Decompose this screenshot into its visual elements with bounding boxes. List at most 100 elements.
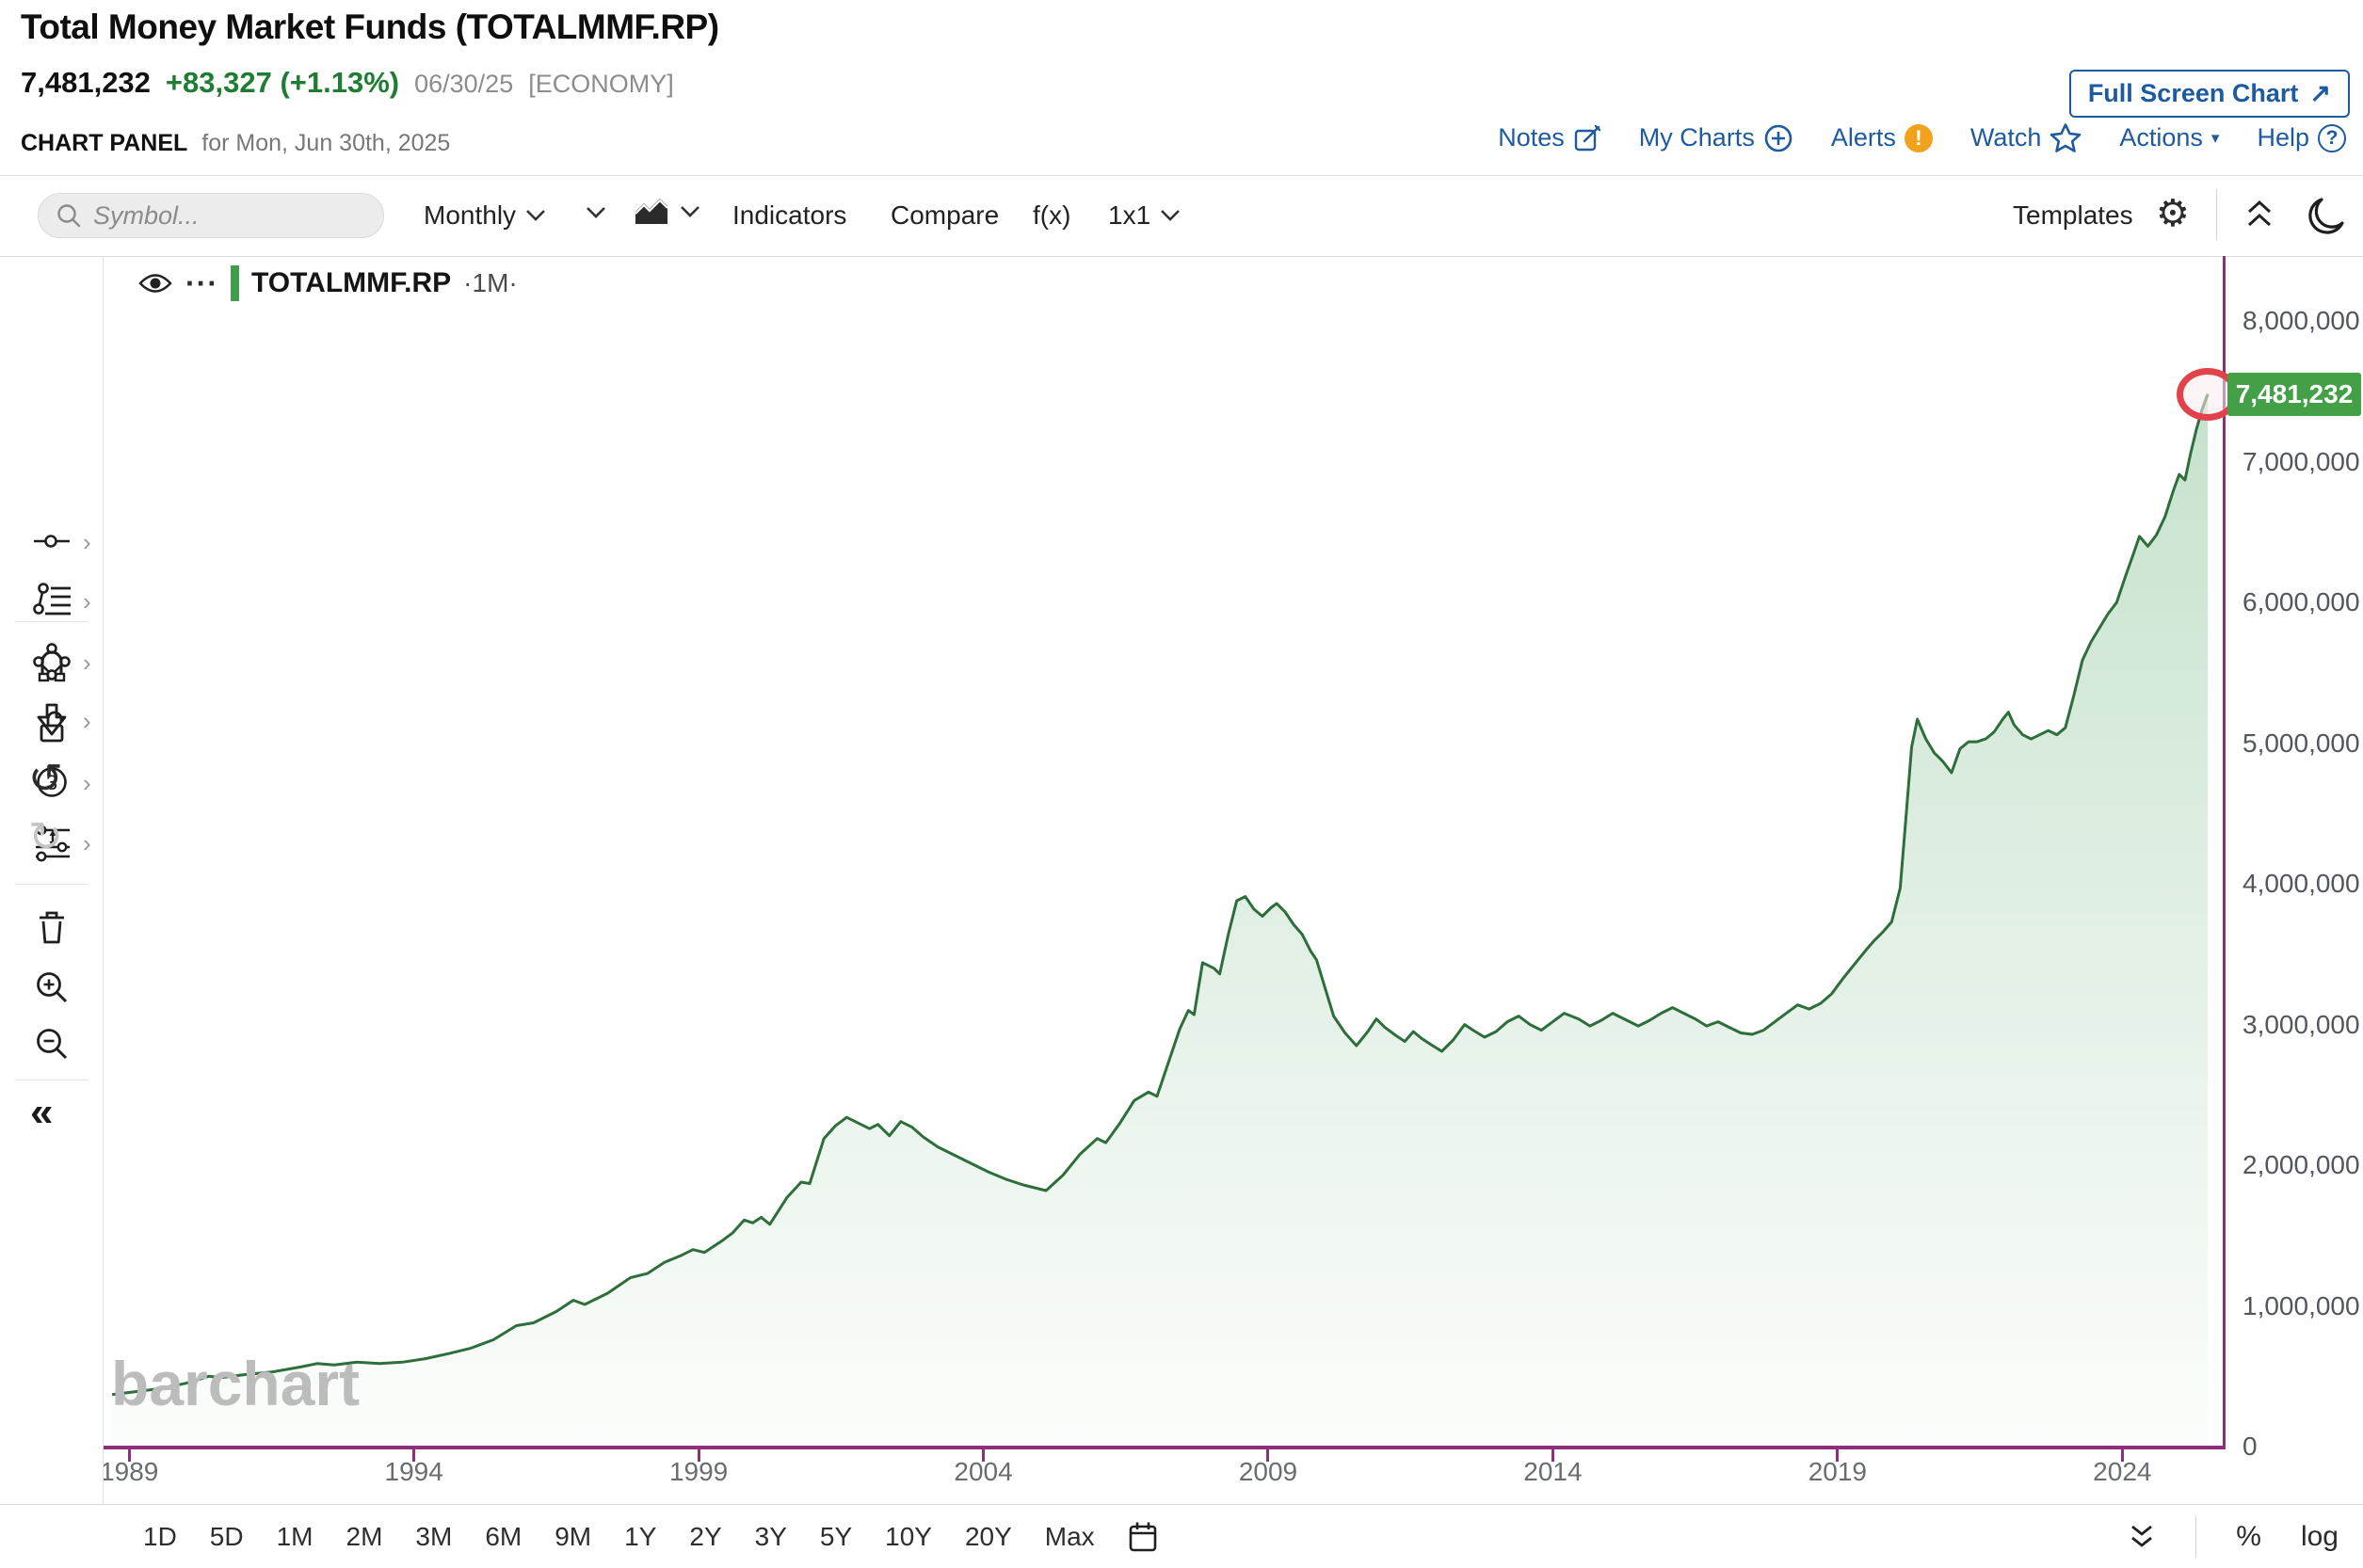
y-axis-tick-label: 5,000,000: [2242, 728, 2360, 759]
range-buttons: 1D 5D 1M 2M 3M 6M 9M 1Y 2Y 3Y 5Y 10Y 20Y Max: [0, 1522, 1095, 1552]
fx-expressions-button[interactable]: f(x): [1033, 200, 1070, 231]
moon-icon: [2305, 193, 2350, 238]
unlock-icon[interactable]: [31, 706, 72, 747]
notes-edit-icon: [1573, 124, 1601, 152]
x-axis-line: [104, 1446, 2226, 1449]
settings-gear-icon[interactable]: ⚙: [2156, 195, 2190, 232]
undo-icon[interactable]: ↺: [28, 759, 63, 800]
help-label: Help: [2257, 123, 2309, 152]
range-button-1d[interactable]: 1D: [143, 1522, 177, 1552]
redo-icon: ↻: [28, 817, 63, 858]
expand-tool-chevron-icon[interactable]: ›: [83, 530, 91, 554]
x-axis-labels: 19891994199920042009201420192024: [104, 1457, 2224, 1498]
alert-exclamation-icon: !: [1905, 124, 1933, 152]
trash-icon[interactable]: [31, 907, 72, 949]
star-icon: [2050, 122, 2082, 153]
bottom-divider: [2195, 1516, 2196, 1558]
range-button-1y[interactable]: 1Y: [624, 1522, 656, 1552]
range-button-10y[interactable]: 10Y: [885, 1522, 932, 1552]
full-screen-chart-label: Full Screen Chart: [2088, 79, 2299, 108]
expand-tool-chevron-icon[interactable]: ›: [83, 831, 91, 856]
last-price-badge: 7,481,232: [2227, 373, 2361, 416]
quick-links: Notes My Charts Alerts ! Watch Actions: [1498, 122, 2346, 153]
grid-layout-dropdown[interactable]: 1x1: [1108, 200, 1181, 231]
range-button-1m[interactable]: 1M: [277, 1522, 313, 1552]
eye-visibility-icon[interactable]: [137, 271, 173, 296]
range-button-3m[interactable]: 3M: [415, 1522, 452, 1552]
range-button-20y[interactable]: 20Y: [965, 1522, 1012, 1552]
sidebar-divider: [15, 884, 88, 885]
calendar-icon[interactable]: [1127, 1520, 1159, 1554]
legend-menu-dots-icon[interactable]: ···: [185, 276, 218, 291]
toolbar-divider: [2216, 189, 2217, 240]
price-chart[interactable]: [104, 256, 2224, 1447]
collapse-toolbar-button[interactable]: [2244, 199, 2275, 231]
bar-size-dropdown[interactable]: [586, 206, 606, 219]
magnet-icon[interactable]: [31, 645, 72, 686]
y-axis-tick-label: 8,000,000: [2242, 306, 2360, 336]
x-axis-tick-label: 1989: [104, 1457, 185, 1487]
notes-link[interactable]: Notes: [1498, 123, 1601, 152]
area-chart-type-icon: [633, 197, 670, 227]
range-button-5d[interactable]: 5D: [210, 1522, 244, 1552]
notes-label: Notes: [1498, 123, 1565, 152]
range-button-5y[interactable]: 5Y: [820, 1522, 852, 1552]
range-button-2m[interactable]: 2M: [346, 1522, 383, 1552]
barchart-watermark: barchart: [111, 1348, 360, 1419]
panel-subtitle: CHART PANEL for Mon, Jun 30th, 2025: [21, 130, 450, 157]
x-axis-tick: [1266, 1449, 1269, 1462]
watch-link[interactable]: Watch: [1970, 122, 2082, 153]
chart-type-dropdown[interactable]: [633, 197, 700, 227]
zoom-out-icon[interactable]: [31, 1023, 72, 1064]
period-label: Monthly: [424, 200, 516, 231]
legend-interval: ·1M·: [463, 268, 518, 298]
range-button-9m[interactable]: 9M: [555, 1522, 591, 1552]
log-scale-toggle[interactable]: log: [2301, 1521, 2339, 1553]
external-arrow-icon: ↗: [2309, 79, 2331, 108]
y-axis-tick-label: 7,000,000: [2242, 447, 2360, 477]
chevron-down-icon: [1160, 209, 1181, 222]
range-button-max[interactable]: Max: [1045, 1522, 1095, 1552]
y-axis-tick-label: 2,000,000: [2242, 1150, 2360, 1180]
symbol-search[interactable]: [38, 193, 384, 238]
line-node-tool-icon[interactable]: [31, 520, 72, 562]
period-dropdown[interactable]: Monthly: [424, 200, 546, 231]
double-chevron-down-icon[interactable]: [2128, 1523, 2156, 1551]
annotation-list-tool-icon[interactable]: [31, 580, 72, 621]
chevron-down-icon: [586, 206, 606, 219]
compare-button[interactable]: Compare: [891, 200, 999, 231]
collapse-sidebar-icon[interactable]: «: [30, 1092, 53, 1133]
full-screen-chart-button[interactable]: Full Screen Chart ↗: [2069, 70, 2350, 118]
zoom-in-icon[interactable]: [31, 967, 72, 1008]
range-button-2y[interactable]: 2Y: [689, 1522, 721, 1552]
search-icon: [56, 202, 82, 229]
x-axis-tick: [412, 1449, 415, 1462]
y-axis-line: [2223, 256, 2226, 1448]
expand-tool-chevron-icon[interactable]: ›: [83, 709, 91, 733]
last-price: 7,481,232: [21, 66, 151, 100]
range-button-6m[interactable]: 6M: [485, 1522, 522, 1552]
indicators-button[interactable]: Indicators: [732, 200, 846, 231]
symbol-search-input[interactable]: [93, 201, 357, 231]
percent-scale-toggle[interactable]: %: [2236, 1521, 2261, 1553]
question-circle-icon: ?: [2318, 124, 2346, 152]
x-axis-tick: [698, 1449, 700, 1462]
alerts-link[interactable]: Alerts !: [1831, 123, 1933, 152]
my-charts-label: My Charts: [1639, 123, 1755, 152]
chart-legend: ··· TOTALMMF.RP ·1M·: [137, 265, 518, 301]
my-charts-link[interactable]: My Charts: [1639, 123, 1793, 153]
actions-menu[interactable]: Actions ▾: [2119, 123, 2219, 152]
expand-tool-chevron-icon[interactable]: ›: [83, 771, 91, 795]
x-axis-tick: [982, 1449, 985, 1462]
help-link[interactable]: Help ?: [2257, 123, 2346, 152]
dark-mode-toggle[interactable]: [2305, 193, 2350, 238]
expand-tool-chevron-icon[interactable]: ›: [83, 650, 91, 675]
y-axis-tick-label: 6,000,000: [2242, 587, 2360, 617]
range-button-3y[interactable]: 3Y: [755, 1522, 787, 1552]
chevron-down-icon: [680, 205, 700, 218]
quote-tag: [ECONOMY]: [528, 70, 674, 99]
expand-tool-chevron-icon[interactable]: ›: [83, 589, 91, 614]
templates-button[interactable]: Templates: [2013, 200, 2133, 231]
x-axis-tick: [1836, 1449, 1839, 1462]
alerts-label: Alerts: [1831, 123, 1896, 152]
